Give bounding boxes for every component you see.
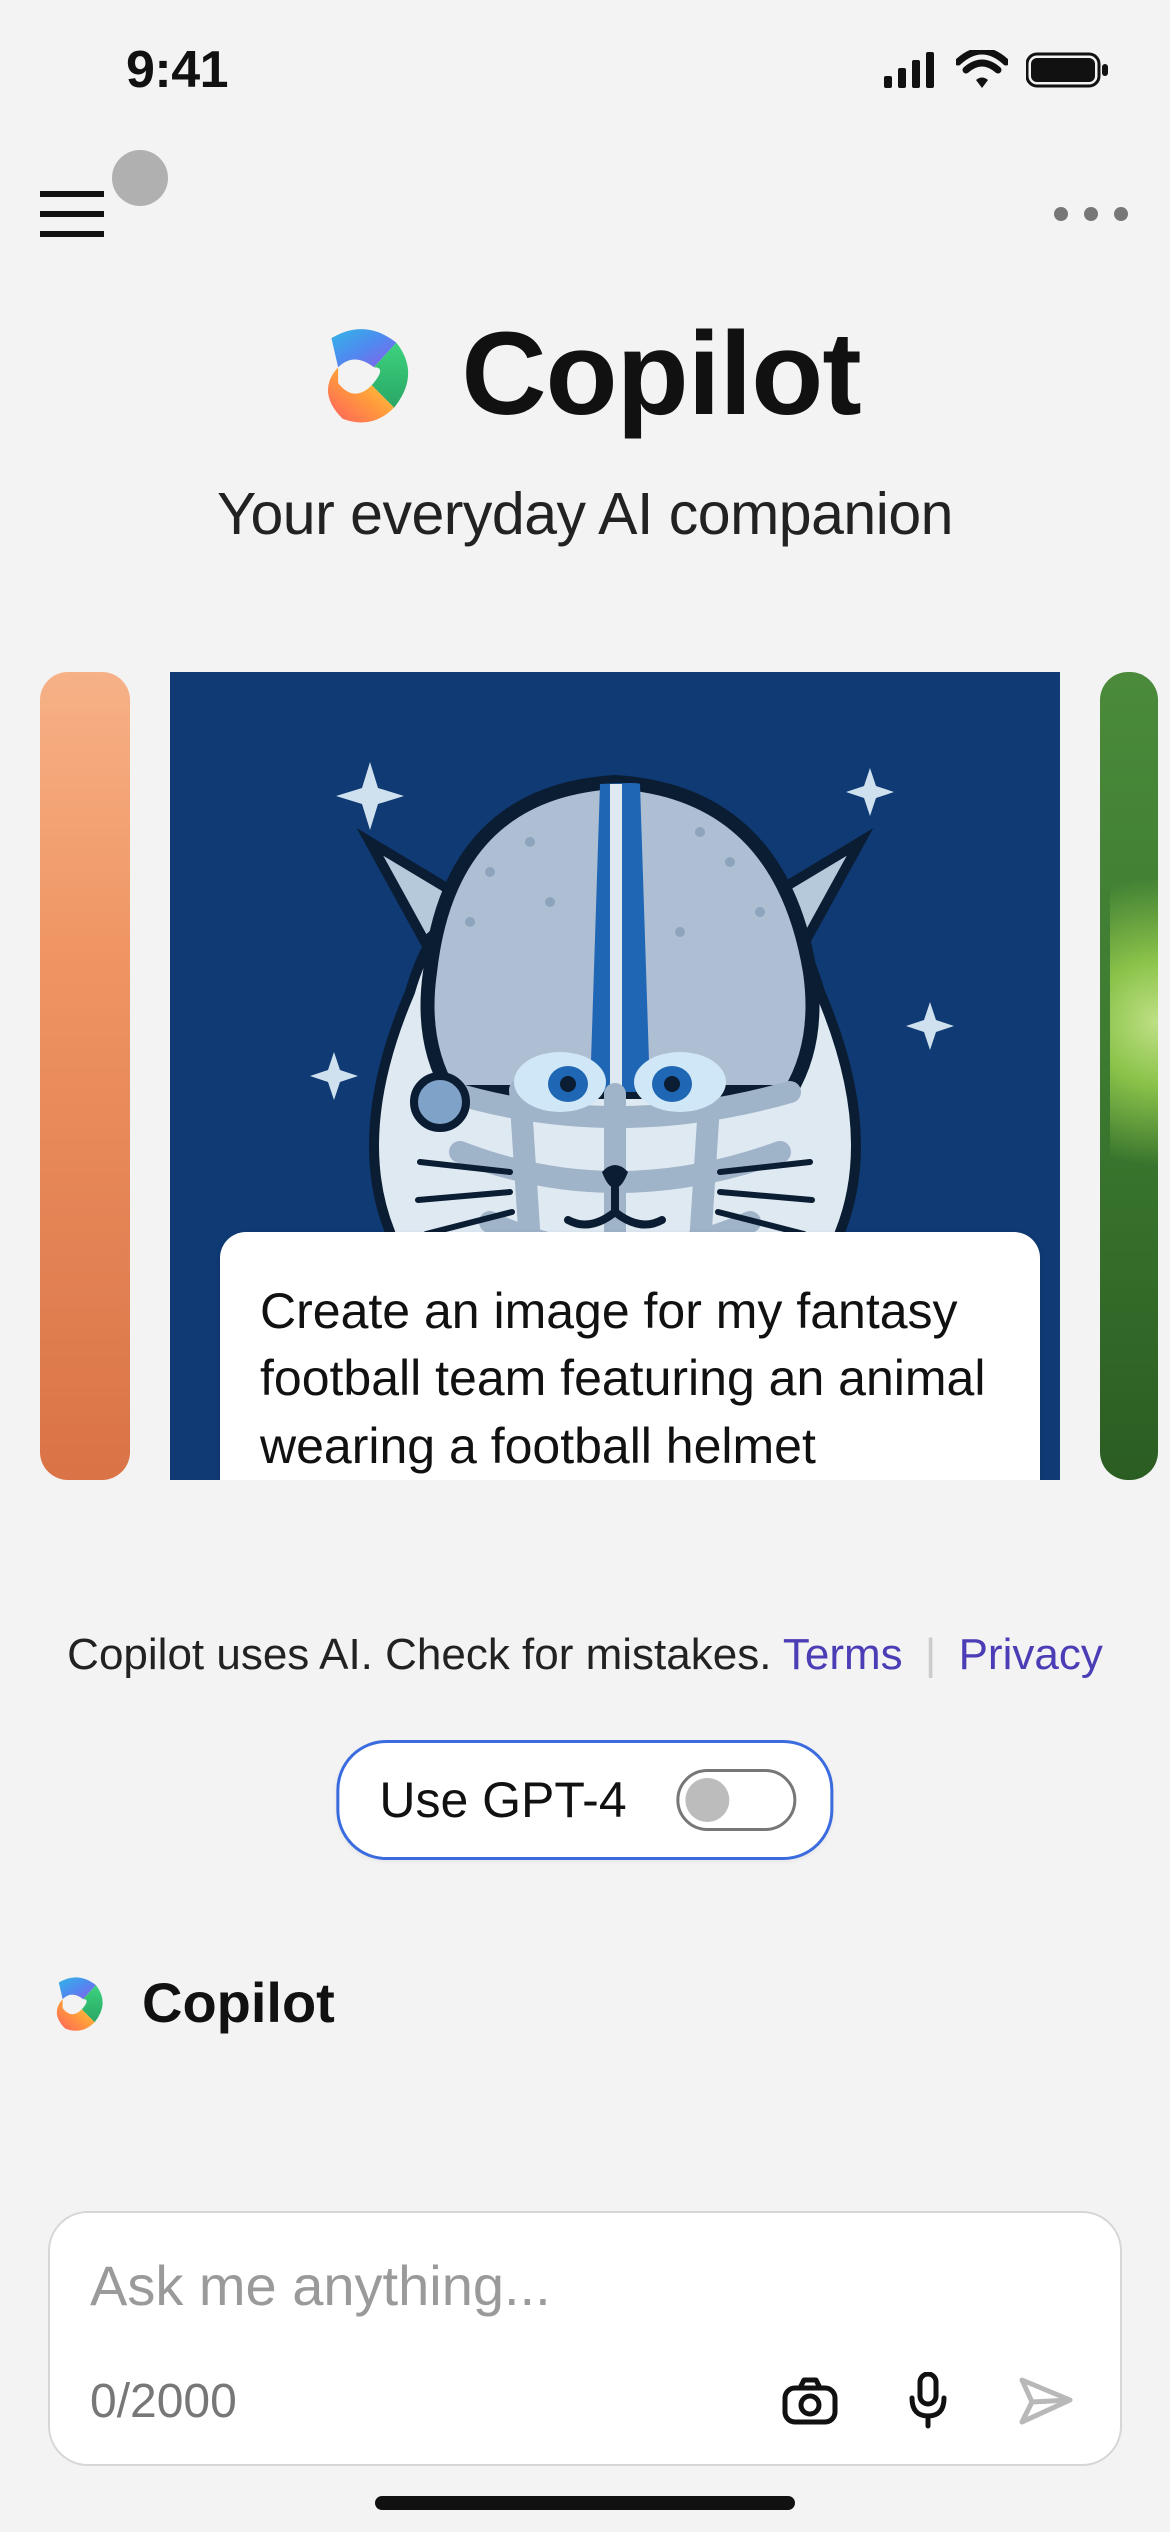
privacy-link[interactable]: Privacy bbox=[959, 1630, 1103, 1679]
dot-icon bbox=[1054, 207, 1068, 221]
page-subtitle: Your everyday AI companion bbox=[0, 480, 1170, 548]
suggestion-card-prev[interactable] bbox=[40, 672, 130, 1480]
model-toggle-label: Use GPT-4 bbox=[379, 1771, 626, 1829]
send-icon[interactable] bbox=[1018, 2376, 1074, 2426]
more-button[interactable] bbox=[1054, 207, 1128, 221]
chat-sender-name: Copilot bbox=[142, 1970, 335, 2035]
notification-dot-icon bbox=[112, 150, 168, 206]
char-count: 0/2000 bbox=[90, 2374, 237, 2429]
composer[interactable]: Ask me anything... 0/2000 bbox=[48, 2211, 1122, 2466]
disclaimer-row: Copilot uses AI. Check for mistakes. Ter… bbox=[0, 1630, 1170, 1680]
dot-icon bbox=[1084, 207, 1098, 221]
model-toggle[interactable]: Use GPT-4 bbox=[336, 1740, 833, 1860]
status-time: 9:41 bbox=[126, 40, 228, 100]
camera-icon[interactable] bbox=[782, 2376, 838, 2426]
hamburger-icon bbox=[40, 190, 104, 238]
home-indicator bbox=[375, 2496, 795, 2510]
brand-header: Copilot Your everyday AI companion bbox=[0, 306, 1170, 548]
menu-button[interactable] bbox=[40, 190, 104, 238]
status-indicators bbox=[884, 50, 1110, 90]
composer-input[interactable]: Ask me anything... bbox=[90, 2253, 1080, 2318]
suggestion-carousel[interactable]: Create an image for my fantasy football … bbox=[0, 672, 1170, 1480]
wifi-icon bbox=[956, 50, 1008, 90]
suggestion-card-caption[interactable]: Create an image for my fantasy football … bbox=[220, 1232, 1040, 1481]
suggestion-card[interactable]: Create an image for my fantasy football … bbox=[170, 672, 1060, 1480]
switch-icon[interactable] bbox=[677, 1769, 797, 1831]
nav-bar bbox=[0, 144, 1170, 284]
disclaimer-text: Copilot uses AI. Check for mistakes. bbox=[67, 1630, 771, 1679]
page-title: Copilot bbox=[461, 306, 860, 442]
cellular-icon bbox=[884, 52, 938, 88]
dot-icon bbox=[1114, 207, 1128, 221]
terms-link[interactable]: Terms bbox=[783, 1630, 903, 1679]
status-bar: 9:41 bbox=[0, 0, 1170, 140]
suggestion-card-next[interactable] bbox=[1100, 672, 1158, 1480]
separator: | bbox=[925, 1630, 936, 1679]
copilot-logo-icon bbox=[309, 318, 421, 430]
battery-icon bbox=[1026, 50, 1110, 90]
microphone-icon[interactable] bbox=[908, 2372, 948, 2430]
copilot-logo-icon bbox=[46, 1971, 110, 2035]
chat-message-header: Copilot bbox=[46, 1970, 335, 2035]
